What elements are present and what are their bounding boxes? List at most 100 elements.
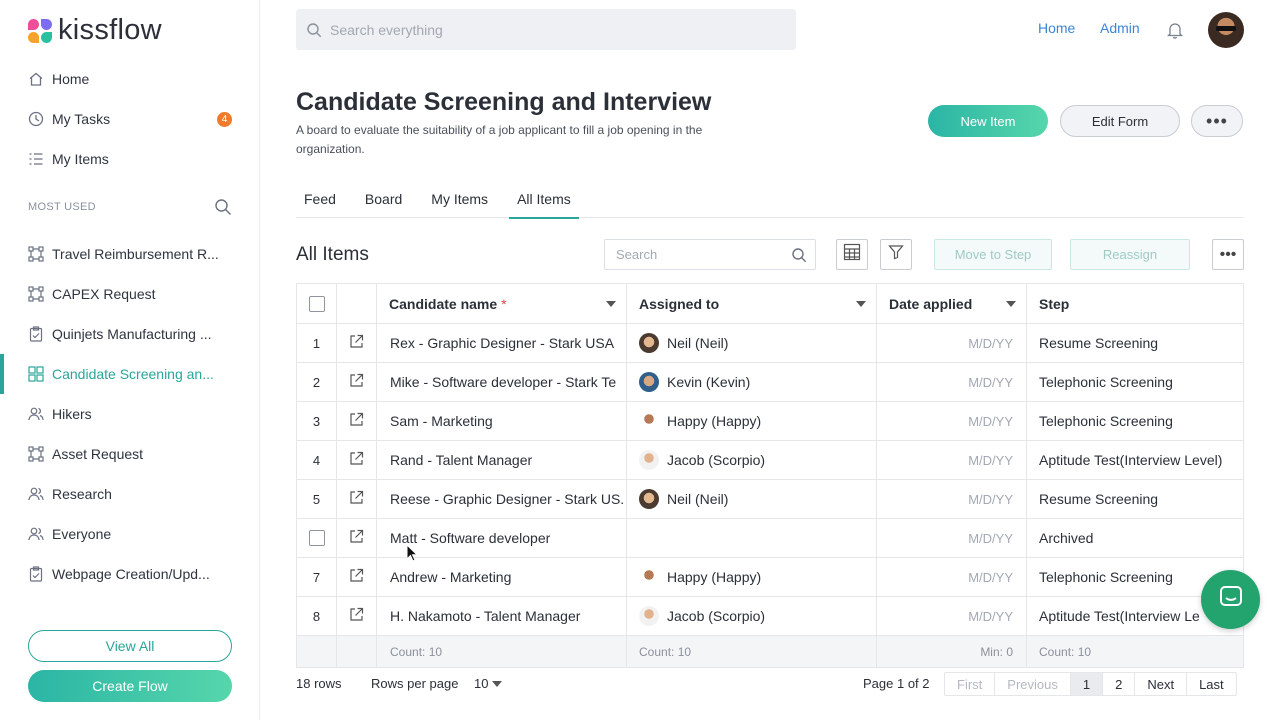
candidate-name-cell[interactable]: Mike - Software developer - Stark Te [377, 363, 627, 401]
open-item-button[interactable] [337, 363, 377, 401]
assigned-to-cell[interactable]: Neil (Neil) [627, 480, 877, 518]
table-row[interactable]: 7 Andrew - Marketing Happy (Happy) M/D/Y… [297, 558, 1243, 597]
select-all-checkbox[interactable] [308, 295, 325, 312]
rows-per-page-select[interactable]: 10 [474, 676, 503, 691]
page-2-button[interactable]: 2 [1103, 673, 1136, 695]
column-header-step[interactable]: Step [1027, 284, 1243, 323]
table-row[interactable]: 2 Mike - Software developer - Stark Te K… [297, 363, 1243, 402]
assigned-to-cell[interactable]: Jacob (Scorpio) [627, 441, 877, 479]
chevron-down-icon[interactable] [856, 301, 866, 307]
grid-search-input[interactable] [616, 247, 786, 262]
global-search[interactable] [296, 9, 796, 50]
global-search-input[interactable] [330, 21, 770, 38]
candidate-name-cell[interactable]: Rex - Graphic Designer - Stark USA [377, 324, 627, 362]
date-applied-cell[interactable]: M/D/YY [877, 441, 1027, 479]
new-item-button[interactable]: New Item [928, 105, 1048, 137]
step-cell: Telephonic Screening [1039, 413, 1173, 429]
chevron-down-icon[interactable] [606, 301, 616, 307]
table-row[interactable]: 8 H. Nakamoto - Talent Manager Jacob (Sc… [297, 597, 1243, 636]
step-cell: Resume Screening [1039, 335, 1159, 351]
tab-board[interactable]: Board [357, 182, 410, 218]
candidate-name-cell[interactable]: H. Nakamoto - Talent Manager [377, 597, 627, 635]
grid-more-options-button[interactable]: ••• [1212, 239, 1244, 270]
sidebar-item-webpage-creation[interactable]: Webpage Creation/Upd... [0, 554, 259, 594]
table-row[interactable]: 3 Sam - Marketing Happy (Happy) M/D/YY T… [297, 402, 1243, 441]
candidate-name-cell[interactable]: Rand - Talent Manager [377, 441, 627, 479]
move-to-step-button[interactable]: Move to Step [934, 239, 1052, 270]
assigned-to-cell[interactable] [627, 519, 877, 557]
kissflow-logo[interactable]: kissflow [28, 14, 162, 47]
view-all-button[interactable]: View All [28, 630, 232, 662]
tab-all-items[interactable]: All Items [509, 182, 579, 219]
sidebar-item-label: CAPEX Request [52, 286, 156, 302]
assigned-to-cell[interactable]: Happy (Happy) [627, 402, 877, 440]
search-icon[interactable] [214, 198, 232, 216]
most-used-section: MOST USED [0, 179, 259, 234]
table-row[interactable]: Matt - Software developer M/D/YY Archive… [297, 519, 1243, 558]
footer-empty-cell [337, 636, 377, 667]
tab-feed[interactable]: Feed [296, 182, 344, 218]
sidebar-item-travel-reimbursement[interactable]: Travel Reimbursement R... [0, 234, 259, 274]
table-view-button[interactable] [836, 239, 868, 270]
filter-button[interactable] [880, 239, 912, 270]
sidebar-item-hikers[interactable]: Hikers [0, 394, 259, 434]
assigned-to-cell[interactable]: Happy (Happy) [627, 558, 877, 596]
sidebar-item-asset-request[interactable]: Asset Request [0, 434, 259, 474]
first-page-button[interactable]: First [945, 673, 996, 695]
assigned-to-cell[interactable]: Neil (Neil) [627, 324, 877, 362]
date-applied-cell[interactable]: M/D/YY [877, 597, 1027, 635]
date-applied-cell[interactable]: M/D/YY [877, 402, 1027, 440]
date-applied-cell[interactable]: M/D/YY [877, 558, 1027, 596]
assigned-to-cell[interactable]: Kevin (Kevin) [627, 363, 877, 401]
admin-link[interactable]: Admin [1100, 20, 1140, 36]
last-page-button[interactable]: Last [1187, 673, 1236, 695]
column-header-date-applied[interactable]: Date applied [877, 284, 1027, 323]
sidebar-item-everyone[interactable]: Everyone [0, 514, 259, 554]
sidebar-item-candidate-screening[interactable]: Candidate Screening an... [0, 354, 259, 394]
table-row[interactable]: 1 Rex - Graphic Designer - Stark USA Nei… [297, 324, 1243, 363]
candidate-name-cell[interactable]: Sam - Marketing [377, 402, 627, 440]
home-link[interactable]: Home [1038, 20, 1075, 36]
page-1-button[interactable]: 1 [1070, 673, 1104, 695]
chat-widget-button[interactable] [1201, 570, 1260, 629]
open-item-button[interactable] [337, 441, 377, 479]
column-header-assigned-to[interactable]: Assigned to [627, 284, 877, 323]
more-options-button[interactable]: ••• [1191, 105, 1243, 137]
candidate-name-cell[interactable]: Andrew - Marketing [377, 558, 627, 596]
row-checkbox[interactable] [308, 530, 325, 546]
tab-my-items[interactable]: My Items [423, 182, 496, 218]
create-flow-button[interactable]: Create Flow [28, 670, 232, 702]
assigned-to-cell[interactable]: Jacob (Scorpio) [627, 597, 877, 635]
open-item-button[interactable] [337, 480, 377, 518]
open-item-button[interactable] [337, 402, 377, 440]
reassign-button[interactable]: Reassign [1070, 239, 1190, 270]
chevron-down-icon[interactable] [1006, 301, 1016, 307]
open-item-button[interactable] [337, 558, 377, 596]
table-row[interactable]: 4 Rand - Talent Manager Jacob (Scorpio) … [297, 441, 1243, 480]
open-item-button[interactable] [337, 324, 377, 362]
bell-icon[interactable] [1166, 21, 1184, 39]
sidebar-item-research[interactable]: Research [0, 474, 259, 514]
filter-icon [888, 244, 904, 265]
grid-search[interactable] [604, 239, 816, 270]
open-item-button[interactable] [337, 519, 377, 557]
open-item-button[interactable] [337, 597, 377, 635]
user-avatar[interactable] [1208, 12, 1244, 48]
sidebar-item-capex-request[interactable]: CAPEX Request [0, 274, 259, 314]
sidebar-item-label: Research [52, 486, 112, 502]
people-icon [28, 486, 44, 502]
date-applied-cell[interactable]: M/D/YY [877, 480, 1027, 518]
table-row[interactable]: 5 Reese - Graphic Designer - Stark US. N… [297, 480, 1243, 519]
column-header-candidate-name[interactable]: Candidate name * [377, 284, 627, 323]
date-applied-cell[interactable]: M/D/YY [877, 519, 1027, 557]
edit-form-button[interactable]: Edit Form [1060, 105, 1180, 137]
date-applied-cell[interactable]: M/D/YY [877, 324, 1027, 362]
candidate-name-cell[interactable]: Reese - Graphic Designer - Stark US. [377, 480, 627, 518]
sidebar-item-my-items[interactable]: My Items [0, 139, 259, 179]
next-page-button[interactable]: Next [1135, 673, 1188, 695]
date-applied-cell[interactable]: M/D/YY [877, 363, 1027, 401]
previous-page-button[interactable]: Previous [995, 673, 1071, 695]
sidebar-item-my-tasks[interactable]: My Tasks 4 [0, 99, 259, 139]
sidebar-item-home[interactable]: Home [0, 59, 259, 99]
sidebar-item-quinjets-manufacturing[interactable]: Quinjets Manufacturing ... [0, 314, 259, 354]
